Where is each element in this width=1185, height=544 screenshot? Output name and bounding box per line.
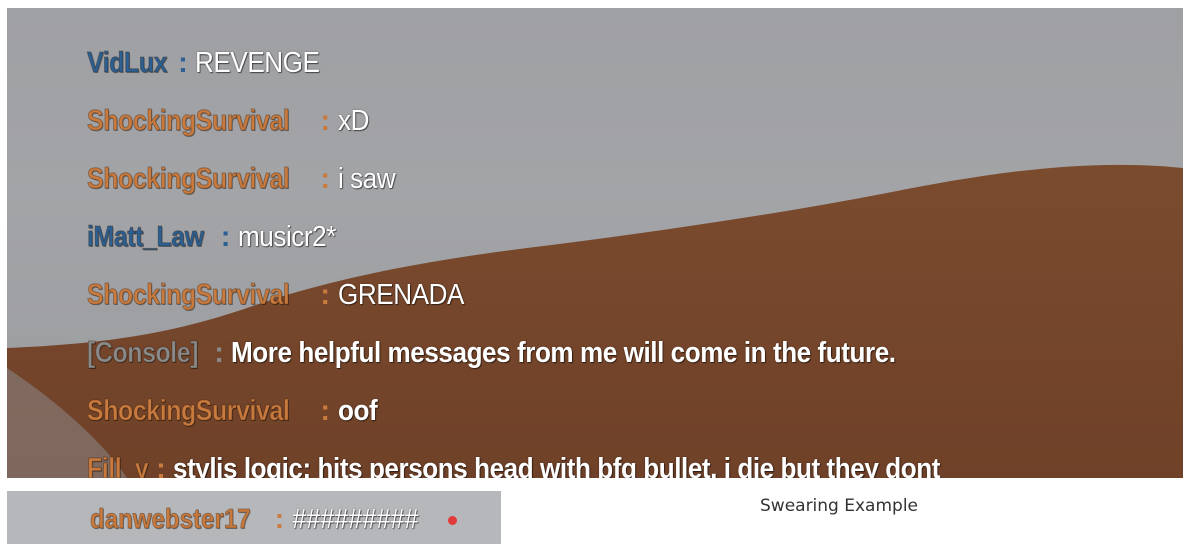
- chat-separator: :: [178, 47, 188, 79]
- chat-username: iMatt_Law: [87, 221, 205, 254]
- chat-message: musicr2*: [237, 221, 336, 253]
- chat-separator: :: [214, 337, 224, 369]
- chat-separator: :: [320, 395, 330, 427]
- chat-separator: :: [320, 279, 330, 311]
- chat-username: ShockingSurvival: [87, 395, 291, 428]
- chat-message: GRENADA: [337, 279, 464, 311]
- chat-separator: :: [156, 453, 166, 478]
- chat-message: i saw: [337, 163, 396, 195]
- chat-username: ShockingSurvival: [87, 105, 291, 138]
- chat-username: [Console]: [87, 337, 199, 370]
- chat-line: ShockingSurvival: i saw: [87, 150, 1177, 208]
- chat-line: VidLux: REVENGE: [87, 34, 1177, 92]
- chat-message: REVENGE: [195, 47, 320, 79]
- status-dot-icon: [448, 516, 458, 526]
- game-viewport: VidLux: REVENGE ShockingSurvival: xD Shock…: [7, 8, 1183, 478]
- chat-message: stylis logic: hits persons head with bfg…: [173, 453, 941, 478]
- chat-line: iMatt_Law: musicr2*: [87, 208, 1177, 266]
- censored-message: #########: [292, 503, 419, 534]
- chat-message: xD: [337, 105, 369, 137]
- chat-line: [Console]: More helpful messages from me …: [87, 324, 1177, 382]
- chat-line: Fill_y: stylis logic: hits persons head w…: [87, 440, 1177, 479]
- chat-separator: :: [320, 163, 330, 195]
- chat-line: ShockingSurvival: xD: [87, 92, 1177, 150]
- chat-username: ShockingSurvival: [87, 279, 291, 312]
- chat-username: ShockingSurvival: [87, 163, 291, 196]
- chat-message: oof: [337, 395, 378, 427]
- chat-separator: :: [220, 221, 231, 253]
- chat-line: ShockingSurvival: GRENADA: [87, 266, 1177, 324]
- chat-separator: :: [274, 503, 285, 534]
- swear-example-panel: danwebster17: #########: [7, 491, 501, 544]
- chat-username: danwebster17: [90, 503, 251, 535]
- chat-username: Fill_y: [87, 453, 149, 479]
- screenshot-frame: VidLux: REVENGE ShockingSurvival: xD Shock…: [0, 0, 1185, 544]
- chat-username: VidLux: [87, 47, 168, 80]
- chat-line: ShockingSurvival: oof: [87, 382, 1177, 440]
- chat-line: danwebster17: #########: [90, 497, 458, 541]
- chat-separator: :: [320, 105, 330, 137]
- chat-log: VidLux: REVENGE ShockingSurvival: xD Shock…: [87, 34, 1177, 479]
- chat-message: More helpful messages from me will come …: [231, 337, 896, 369]
- figure-caption: Swearing Example: [760, 496, 919, 516]
